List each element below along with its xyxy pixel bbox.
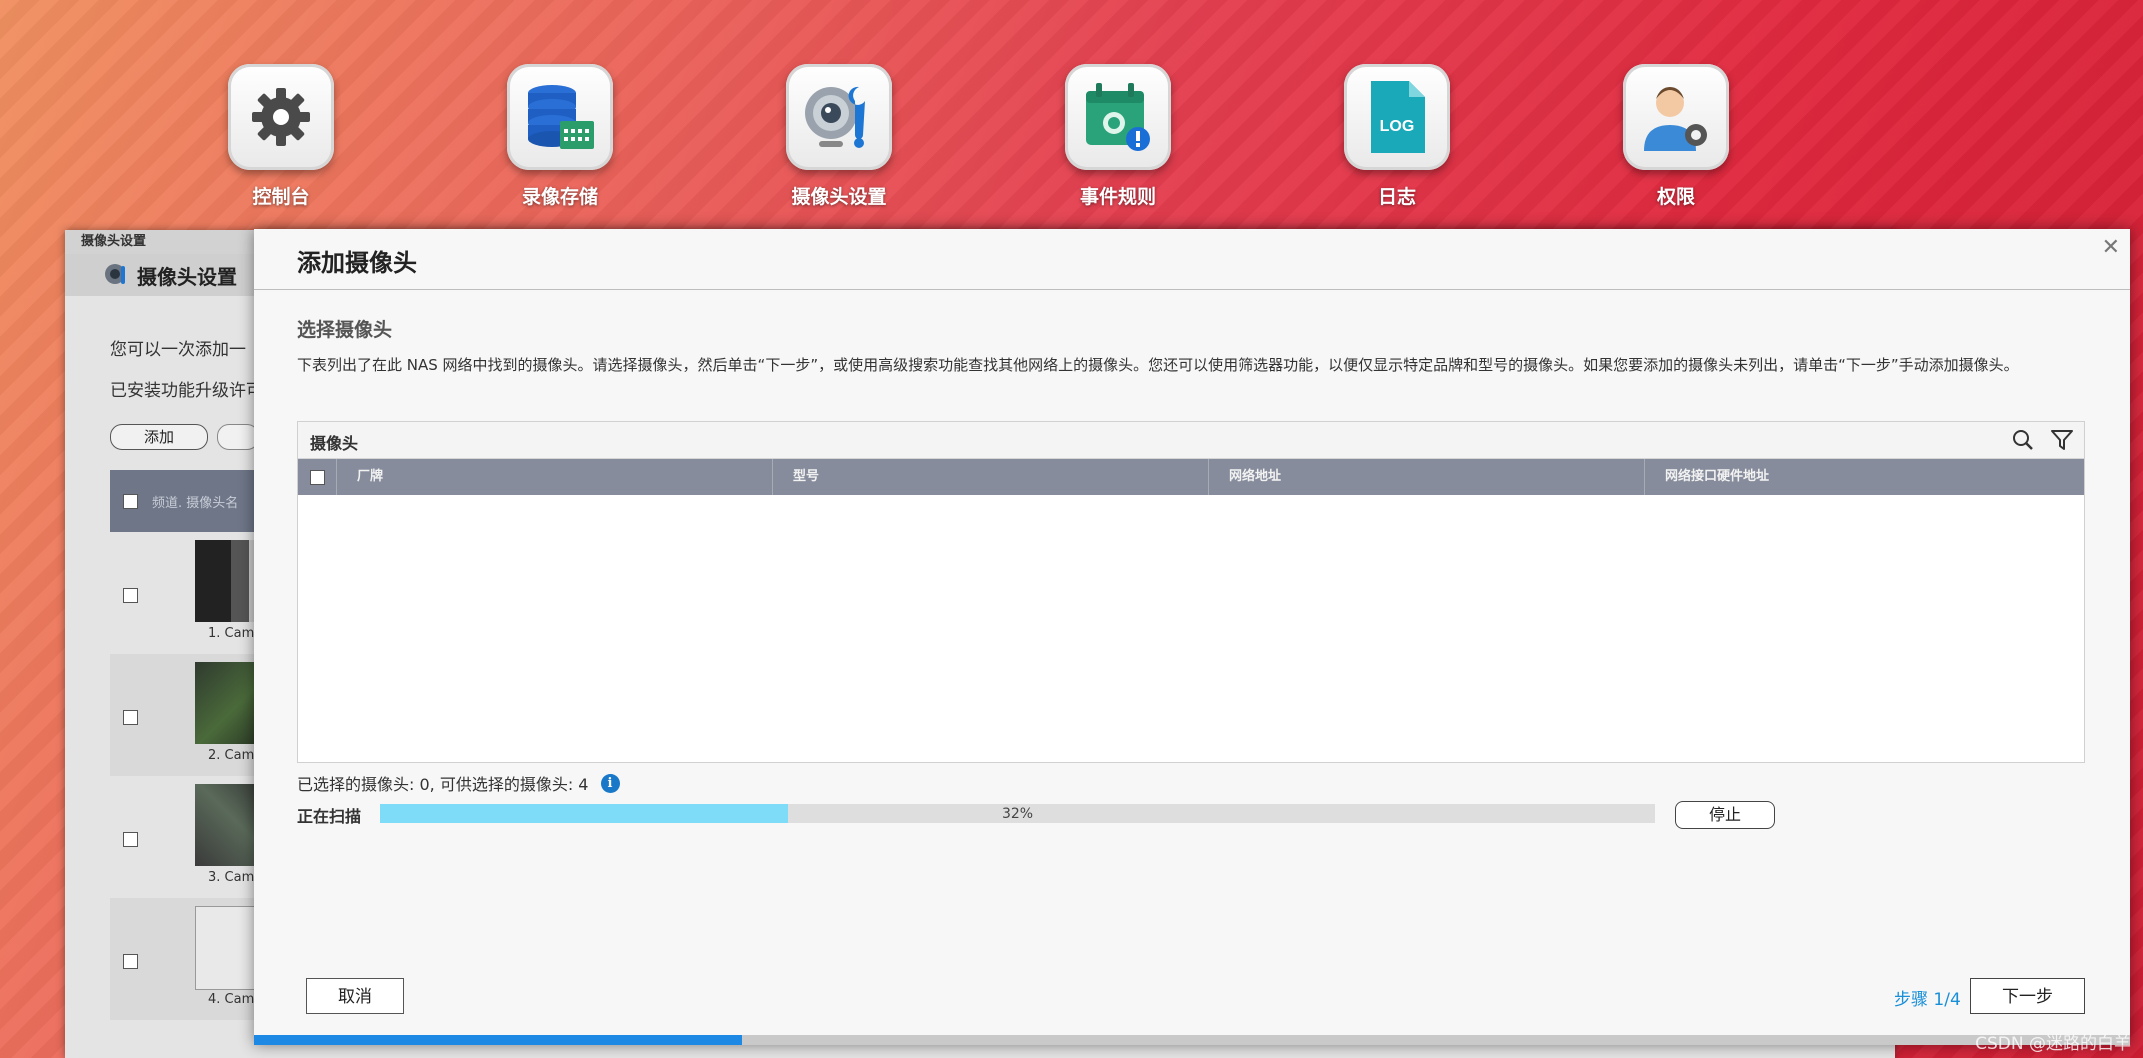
- table-body: [298, 495, 2084, 759]
- camera-icon: [105, 264, 125, 284]
- selection-count-text: 已选择的摄像头: 0, 可供选择的摄像头: 4: [297, 775, 589, 794]
- desktop-icon-label: 权限: [1656, 186, 1695, 208]
- svg-text:LOG: LOG: [1380, 118, 1415, 135]
- desktop-icon-label: 控制台: [252, 186, 310, 208]
- row-checkbox[interactable]: [123, 832, 138, 847]
- stop-button[interactable]: 停止: [1675, 801, 1775, 829]
- camera-wrench-icon: [805, 86, 865, 148]
- scan-progress-bar: 32%: [380, 804, 1655, 823]
- desktop-icon-log[interactable]: LOG 日志: [1317, 64, 1477, 209]
- select-all-checkbox[interactable]: [309, 469, 325, 485]
- filter-icon[interactable]: [2050, 429, 2074, 455]
- table-toolbar: 摄像头: [298, 422, 2084, 459]
- gear-icon: [252, 88, 310, 146]
- add-camera-button[interactable]: 添加: [110, 424, 208, 450]
- column-header: 频道. 摄像头名: [152, 495, 239, 511]
- description-text: 下表列出了在此 NAS 网络中找到的摄像头。请选择摄像头，然后单击“下一步”，或…: [297, 356, 2019, 374]
- desktop-icon-permissions[interactable]: 权限: [1596, 64, 1756, 209]
- wizard-progress-fill: [254, 1035, 742, 1045]
- desktop-icon-console[interactable]: 控制台: [201, 64, 361, 209]
- desktop-icon-recording-storage[interactable]: 录像存储: [480, 64, 640, 209]
- intro-text: 您可以一次添加一: [110, 340, 246, 360]
- desktop-icon-camera-settings[interactable]: 摄像头设置: [759, 64, 919, 209]
- watermark: CSDN @迷路的白羊: [1975, 1034, 2131, 1054]
- desktop-icon-label: 录像存储: [521, 186, 598, 208]
- table-title: 摄像头: [310, 434, 359, 453]
- next-button[interactable]: 下一步: [1970, 978, 2085, 1014]
- search-icon[interactable]: [2012, 429, 2034, 455]
- row-checkbox[interactable]: [123, 588, 138, 603]
- dialog-title: 添加摄像头: [297, 249, 417, 277]
- calendar-alert-icon: [1086, 83, 1150, 151]
- desktop-icon-label: 日志: [1377, 186, 1416, 208]
- desktop-icon-event-rules[interactable]: 事件规则: [1038, 64, 1198, 209]
- close-icon[interactable]: ✕: [2102, 235, 2120, 260]
- column-header-ip-address[interactable]: 网络地址: [1209, 459, 1645, 495]
- table-header-row: 厂牌 型号 网络地址 网络接口硬件地址: [298, 459, 2084, 495]
- log-file-icon: LOG: [1371, 81, 1425, 153]
- divider: [254, 289, 2130, 290]
- selection-info: 已选择的摄像头: 0, 可供选择的摄像头: 4 i: [297, 771, 620, 795]
- progress-percent: 32%: [1001, 806, 1034, 822]
- column-header-model[interactable]: 型号: [773, 459, 1209, 495]
- secondary-button[interactable]: [217, 424, 259, 450]
- column-header-mac-address[interactable]: 网络接口硬件地址: [1645, 459, 2083, 495]
- database-storage-icon: [528, 85, 594, 149]
- add-camera-dialog: ✕ 添加摄像头 选择摄像头 下表列出了在此 NAS 网络中找到的摄像头。请选择摄…: [254, 229, 2130, 1045]
- select-all-checkbox[interactable]: [123, 493, 138, 509]
- scanning-label: 正在扫描: [297, 807, 362, 826]
- camera-table: 摄像头 厂牌 型号 网络地址 网络接口硬件地址: [297, 421, 2085, 763]
- cancel-button[interactable]: 取消: [306, 978, 404, 1014]
- info-icon[interactable]: i: [600, 773, 620, 793]
- user-gear-icon: [1644, 87, 1707, 151]
- desktop-icon-label: 事件规则: [1079, 186, 1156, 208]
- row-checkbox[interactable]: [123, 710, 138, 725]
- wizard-progress-bar: [254, 1035, 2130, 1045]
- step-indicator: 步骤 1/4: [1894, 990, 1961, 1010]
- window-header-title: 摄像头设置: [137, 264, 237, 289]
- column-header-brand[interactable]: 厂牌: [337, 459, 773, 495]
- license-text: 已安装功能升级许可: [110, 381, 263, 401]
- section-title: 选择摄像头: [297, 319, 393, 341]
- desktop-icon-label: 摄像头设置: [791, 186, 887, 208]
- row-checkbox[interactable]: [123, 954, 138, 969]
